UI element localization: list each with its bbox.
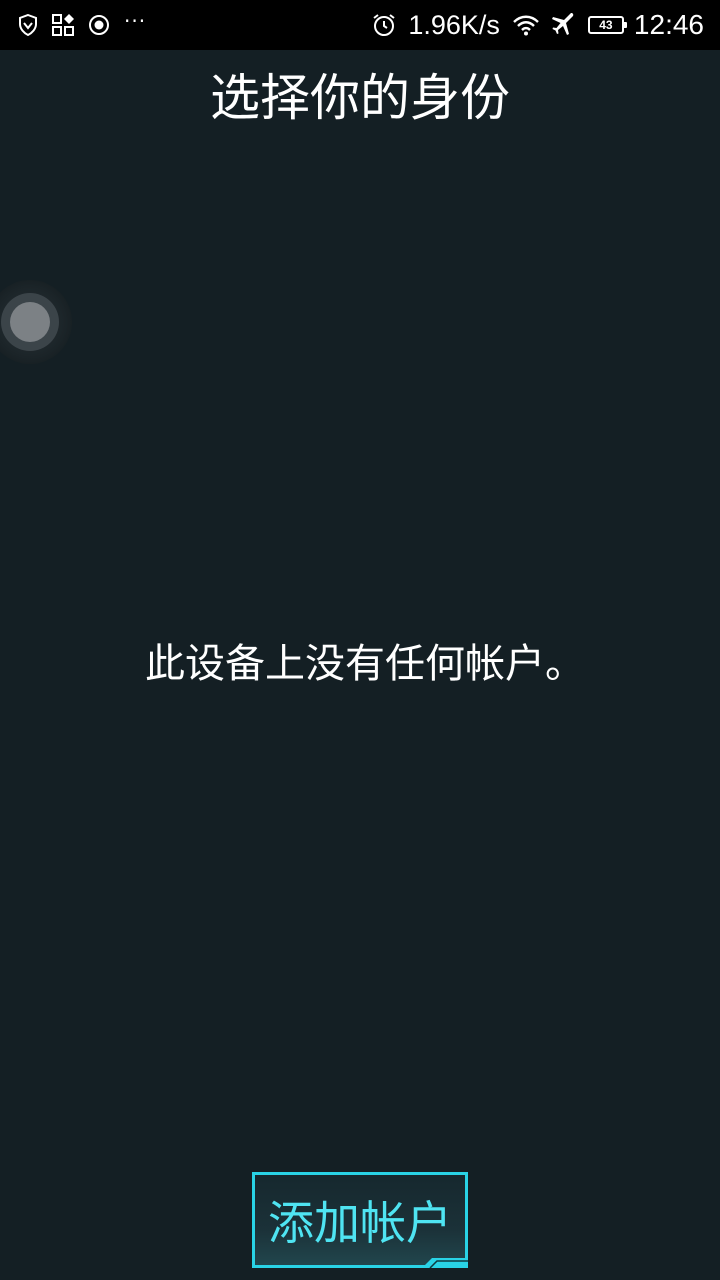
floating-ball-core bbox=[10, 302, 50, 342]
status-bar: ··· 1.96K/s 43 12:46 bbox=[0, 0, 720, 50]
wifi-icon bbox=[512, 14, 540, 36]
floating-assistive-ball[interactable] bbox=[0, 280, 72, 364]
empty-accounts-message: 此设备上没有任何帐户。 bbox=[145, 641, 585, 687]
apps-icon bbox=[52, 14, 74, 36]
overflow-indicator: ··· bbox=[124, 9, 147, 33]
shield-icon bbox=[18, 14, 38, 36]
alarm-clock-icon bbox=[372, 13, 396, 37]
status-bar-left: ··· bbox=[18, 9, 160, 36]
button-corner-accent bbox=[422, 1258, 468, 1268]
add-account-label: 添加帐户 bbox=[268, 1196, 452, 1250]
page-title: 选择你的身份 bbox=[210, 69, 510, 127]
airplane-icon bbox=[551, 13, 576, 37]
add-account-button[interactable]: 添加帐户 bbox=[252, 1172, 468, 1268]
record-icon bbox=[88, 14, 110, 36]
floating-ball-ring bbox=[1, 293, 59, 351]
status-bar-time: 12:46 bbox=[633, 9, 704, 40]
status-bar-right: 1.96K/s 43 12:46 bbox=[360, 9, 704, 41]
battery-indicator: 43 bbox=[587, 16, 627, 34]
network-speed: 1.96K/s bbox=[408, 9, 500, 40]
